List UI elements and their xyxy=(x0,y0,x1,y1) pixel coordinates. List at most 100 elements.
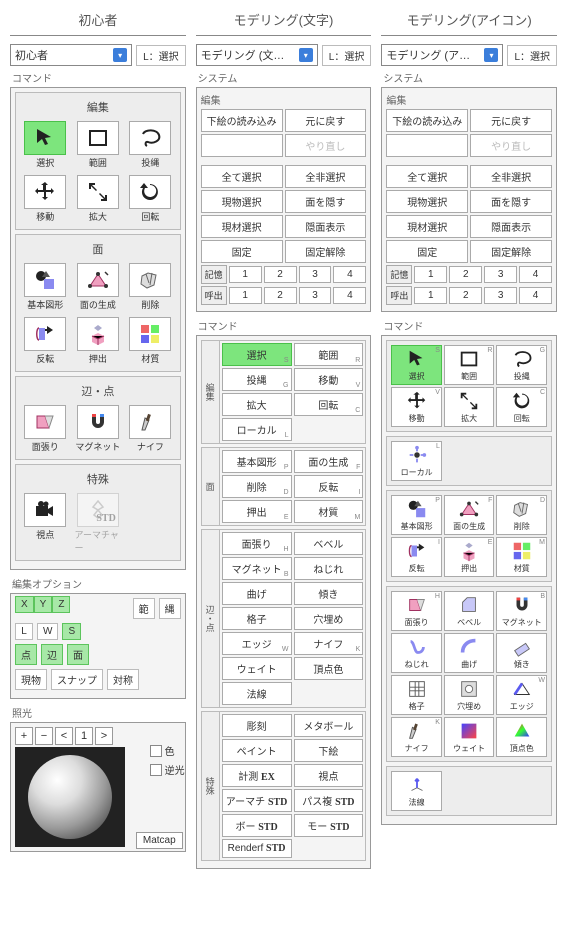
cmd-下絵[interactable]: 下絵 xyxy=(294,739,364,762)
tool-rotate[interactable]: 回転C xyxy=(496,387,547,427)
cmd-拡大[interactable]: 拡大 xyxy=(222,393,292,416)
lws-S[interactable]: S xyxy=(62,623,81,640)
load-sketch-button[interactable]: 下絵の読み込み xyxy=(386,109,468,132)
select-all-button[interactable]: 全て選択 xyxy=(201,165,283,188)
cmd-材質[interactable]: 材質M xyxy=(294,500,364,523)
slot-2[interactable]: 2 xyxy=(449,287,482,304)
select-material-button[interactable]: 現材選択 xyxy=(201,215,283,238)
tool-flip[interactable]: 反転 xyxy=(20,315,71,367)
tool-mkface[interactable]: 面の生成 xyxy=(73,261,124,313)
snap-chip[interactable]: スナップ xyxy=(51,669,103,690)
tool-rotate[interactable]: 回転 xyxy=(125,173,176,225)
axis-Z[interactable]: Z xyxy=(52,596,70,613)
load-sketch-button[interactable]: 下絵の読み込み xyxy=(201,109,283,132)
cmd-ねじれ[interactable]: ねじれ xyxy=(294,557,364,580)
cmd-計測[interactable]: 計測 EX xyxy=(222,764,292,787)
tool-primitive[interactable]: 基本図形 xyxy=(20,261,71,313)
cmd-ローカル[interactable]: ローカルL xyxy=(222,418,292,441)
tool-move[interactable]: 移動 xyxy=(20,173,71,225)
cmd-面の生成[interactable]: 面の生成F xyxy=(294,450,364,473)
tool-magnet[interactable]: マグネットB xyxy=(496,591,547,631)
lws-W[interactable]: W xyxy=(37,623,58,640)
pef-面[interactable]: 面 xyxy=(67,644,89,665)
tool-view[interactable]: 視点 xyxy=(20,491,71,556)
slot-3[interactable]: 3 xyxy=(299,287,332,304)
tool-flip[interactable]: 反転I xyxy=(391,537,442,577)
tool-move[interactable]: 移動V xyxy=(391,387,442,427)
slot-1[interactable]: 1 xyxy=(229,287,262,304)
tool-lattice[interactable]: 格子 xyxy=(391,675,442,715)
mode-dropdown[interactable]: モデリング (文… ▾ xyxy=(196,44,318,66)
tool-primitive[interactable]: 基本図形P xyxy=(391,495,442,535)
cmd-基本図形[interactable]: 基本図形P xyxy=(222,450,292,473)
symmetry-chip[interactable]: 対称 xyxy=(107,669,139,690)
slot-2[interactable]: 2 xyxy=(264,287,297,304)
tool-bend[interactable]: 曲げ xyxy=(444,633,495,673)
tool-select[interactable]: 選択 xyxy=(20,119,71,171)
fix-button[interactable]: 固定 xyxy=(201,240,283,263)
cmd-面張り[interactable]: 面張りH xyxy=(222,532,292,555)
tool-fill[interactable]: 穴埋め xyxy=(444,675,495,715)
tool-local[interactable]: ローカルL xyxy=(391,441,442,481)
cmd-回転[interactable]: 回転C xyxy=(294,393,364,416)
slot-2[interactable]: 2 xyxy=(264,266,297,283)
matcap-button[interactable]: Matcap xyxy=(136,832,183,849)
cmd-ボー[interactable]: ボー STD xyxy=(222,814,292,837)
pef-点[interactable]: 点 xyxy=(15,644,37,665)
tool-knife[interactable]: ナイフK xyxy=(391,717,442,757)
cmd-エッジ[interactable]: エッジW xyxy=(222,632,292,655)
cmd-穴埋め[interactable]: 穴埋め xyxy=(294,607,364,630)
cmd-視点[interactable]: 視点 xyxy=(294,764,364,787)
tool-normal[interactable]: 法線 xyxy=(391,771,442,811)
tool-tilt[interactable]: 傾き xyxy=(496,633,547,673)
cmd-投縄[interactable]: 投縄G xyxy=(222,368,292,391)
unfix-button[interactable]: 固定解除 xyxy=(285,240,367,263)
cmd-ウェイト[interactable]: ウェイト xyxy=(222,657,292,680)
unfix-button[interactable]: 固定解除 xyxy=(470,240,552,263)
cmd-傾き[interactable]: 傾き xyxy=(294,582,364,605)
slot-3[interactable]: 3 xyxy=(484,287,517,304)
tool-range[interactable]: 範囲 xyxy=(73,119,124,171)
cmd-選択[interactable]: 選択S xyxy=(222,343,292,366)
redo-button[interactable]: やり直し xyxy=(285,134,367,157)
tool-bevel[interactable]: ベベル xyxy=(444,591,495,631)
cmd-格子[interactable]: 格子 xyxy=(222,607,292,630)
mode-dropdown[interactable]: モデリング (ア… ▾ xyxy=(381,44,503,66)
lws-L[interactable]: L xyxy=(15,623,33,640)
matcap-ctrl[interactable]: < xyxy=(55,727,73,745)
select-material-button[interactable]: 現材選択 xyxy=(386,215,468,238)
mode-dropdown[interactable]: 初心者 ▾ xyxy=(10,44,132,66)
cmd-範囲[interactable]: 範囲R xyxy=(294,343,364,366)
tool-lasso[interactable]: 投縄 xyxy=(125,119,176,171)
deselect-all-button[interactable]: 全非選択 xyxy=(470,165,552,188)
cmd-モー[interactable]: モー STD xyxy=(294,814,364,837)
selection-mode-pill[interactable]: L：選択 xyxy=(507,45,557,66)
tool-material[interactable]: 材質M xyxy=(496,537,547,577)
tool-range[interactable]: 範囲R xyxy=(444,345,495,385)
slot-4[interactable]: 4 xyxy=(519,266,552,283)
cmd-メタボール[interactable]: メタボール xyxy=(294,714,364,737)
tool-extrude[interactable]: 押出E xyxy=(444,537,495,577)
tool-stretch[interactable]: 面張り xyxy=(20,403,71,455)
tool-extrude[interactable]: 押出 xyxy=(73,315,124,367)
cmd-削除[interactable]: 削除D xyxy=(222,475,292,498)
slot-3[interactable]: 3 xyxy=(484,266,517,283)
deselect-all-button[interactable]: 全非選択 xyxy=(285,165,367,188)
slot-4[interactable]: 4 xyxy=(519,287,552,304)
slot-1[interactable]: 1 xyxy=(229,266,262,283)
axis-X[interactable]: X xyxy=(15,596,34,613)
matcap-sphere[interactable] xyxy=(15,747,125,847)
select-all-button[interactable]: 全て選択 xyxy=(386,165,468,188)
hide-face-button[interactable]: 面を隠す xyxy=(285,190,367,213)
selection-mode-pill[interactable]: L：選択 xyxy=(136,45,186,66)
cmd-ナイフ[interactable]: ナイフK xyxy=(294,632,364,655)
tool-delete[interactable]: 削除D xyxy=(496,495,547,535)
select-visible-button[interactable]: 現物選択 xyxy=(201,190,283,213)
tool-twist[interactable]: ねじれ xyxy=(391,633,442,673)
cmd-移動[interactable]: 移動V xyxy=(294,368,364,391)
cmd-アーマチ[interactable]: アーマチ STD xyxy=(222,789,292,812)
tool-material[interactable]: 材質 xyxy=(125,315,176,367)
tool-edge[interactable]: エッジW xyxy=(496,675,547,715)
slot-3[interactable]: 3 xyxy=(299,266,332,283)
cmd-彫刻[interactable]: 彫刻 xyxy=(222,714,292,737)
